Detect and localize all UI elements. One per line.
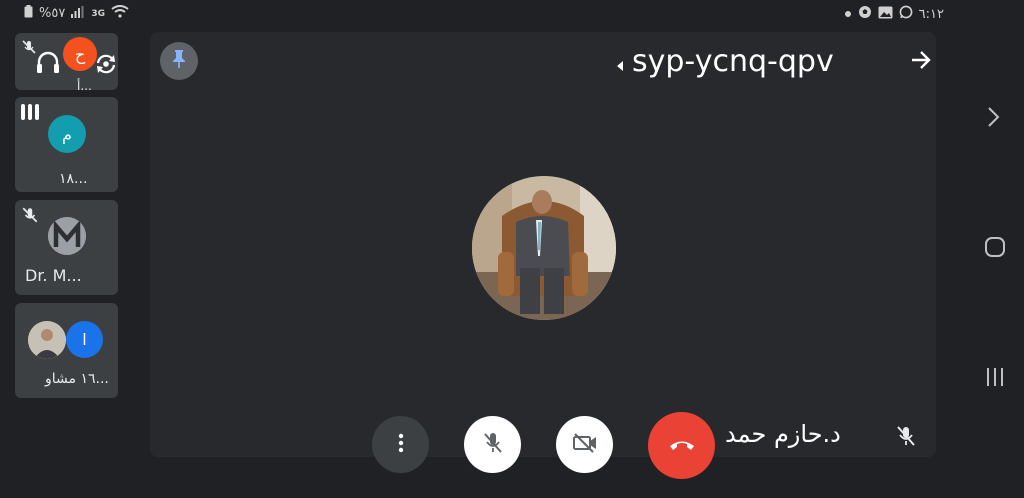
status-left: %٥٧ 3G — [24, 5, 129, 22]
caret-left-icon — [616, 44, 624, 79]
recent-apps-icon[interactable] — [984, 366, 1006, 392]
soccer-icon — [858, 5, 872, 23]
pin-button[interactable] — [160, 42, 198, 80]
hang-up-button[interactable] — [648, 412, 715, 479]
call-end-icon — [669, 436, 695, 455]
participant-avatar: ح — [63, 37, 97, 71]
meeting-code[interactable]: syp-ycnq-qpv — [616, 44, 834, 79]
participant-tile-2[interactable]: م ١٨... — [15, 97, 118, 192]
pin-icon — [170, 49, 188, 73]
image-icon — [878, 6, 893, 23]
status-right: ٦:١٢ — [844, 5, 944, 23]
mic-toggle-button[interactable] — [464, 416, 521, 473]
speaker-mic-off-icon — [896, 425, 916, 451]
audio-level-icon — [20, 102, 42, 126]
status-bar: %٥٧ 3G ٦:١٢ — [0, 0, 1024, 30]
headphones-icon — [35, 49, 61, 79]
participant-photo — [28, 321, 66, 359]
participant-name: ١٦ مشاو... — [45, 371, 109, 387]
participant-tile-3[interactable]: Dr. M... — [15, 200, 118, 295]
meeting-code-text: syp-ycnq-qpv — [632, 44, 834, 79]
participant-avatar: م — [48, 115, 86, 153]
home-icon[interactable] — [984, 236, 1006, 262]
active-speaker-name: د.حازم حمد — [725, 420, 841, 448]
participant-tile-4[interactable]: ا ١٦ مشاو... — [15, 303, 118, 398]
participant-name: Dr. M... — [25, 266, 82, 285]
mic-off-icon — [21, 206, 39, 228]
system-nav-bar — [966, 0, 1024, 498]
mic-off-icon — [482, 431, 504, 459]
camera-toggle-button[interactable] — [556, 416, 613, 473]
participant-avatar: ا — [66, 321, 103, 358]
participant-avatar — [48, 217, 86, 255]
clock: ٦:١٢ — [918, 6, 944, 22]
participant-tile-1[interactable]: ح أ... — [15, 33, 118, 90]
network-type: 3G — [91, 8, 105, 19]
battery-icon — [24, 5, 33, 22]
dot-icon — [844, 7, 852, 22]
share-button[interactable] — [907, 48, 935, 76]
battery-percent: %٥٧ — [39, 6, 66, 21]
more-vert-icon — [398, 433, 404, 457]
wifi-icon — [111, 5, 129, 22]
signal-icon — [71, 5, 85, 22]
switch-camera-icon[interactable] — [93, 51, 118, 81]
more-options-button[interactable] — [372, 416, 429, 473]
chevron-right-icon[interactable] — [986, 106, 1000, 132]
participant-name: ١٨... — [59, 171, 88, 187]
participant-name: أ... — [77, 79, 92, 90]
active-speaker-avatar — [472, 176, 616, 320]
arrow-forward-icon — [910, 50, 932, 74]
videocam-off-icon — [572, 432, 598, 458]
whatsapp-icon — [899, 5, 913, 23]
